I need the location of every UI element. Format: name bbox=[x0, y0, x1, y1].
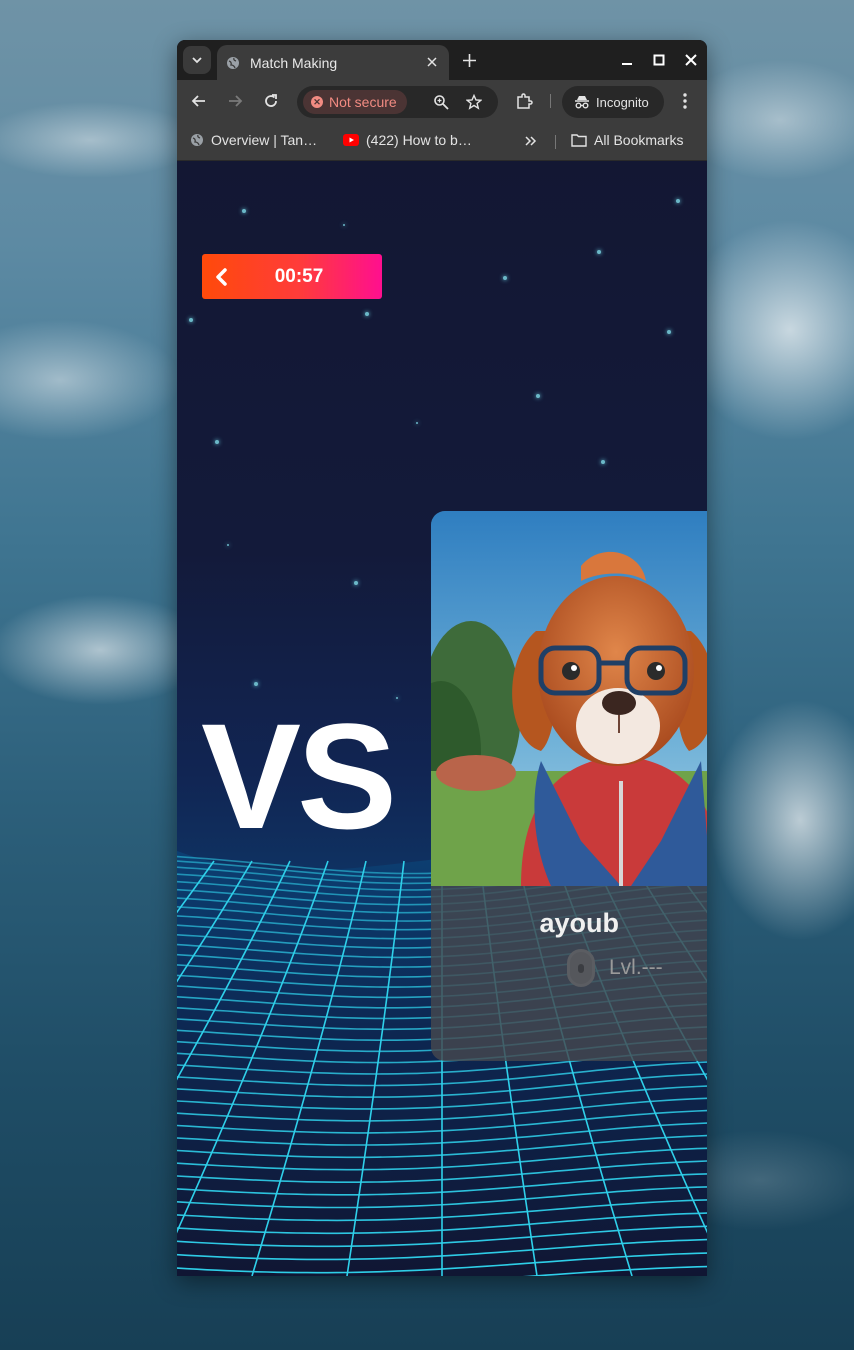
star-dot bbox=[416, 422, 418, 424]
more-vert-icon bbox=[683, 93, 687, 109]
minimize-button[interactable] bbox=[619, 52, 635, 68]
globe-icon bbox=[191, 134, 203, 146]
menu-button[interactable] bbox=[675, 91, 695, 111]
arrow-right-icon bbox=[229, 95, 243, 107]
more-bookmarks-button[interactable] bbox=[525, 135, 537, 147]
star-dot bbox=[601, 460, 605, 464]
match-timer: 00:57 bbox=[202, 254, 382, 299]
star-dot bbox=[676, 199, 680, 203]
bookmarks-bar: Overview | Tan… (422) How to b… All Book… bbox=[177, 122, 707, 161]
extensions-button[interactable] bbox=[514, 91, 534, 111]
tab-strip: Match Making bbox=[177, 40, 707, 80]
star-dot bbox=[536, 394, 540, 398]
puzzle-icon bbox=[517, 93, 533, 109]
timer-value: 00:57 bbox=[274, 265, 324, 287]
globe-icon bbox=[227, 56, 239, 69]
star-dot bbox=[354, 581, 358, 585]
opponent-card: ayoub Lvl.--- bbox=[431, 511, 707, 1061]
star-dot bbox=[396, 697, 398, 699]
browser-window: Match Making ✕ Not secure Incognito Over… bbox=[177, 40, 707, 1276]
close-tab-icon[interactable] bbox=[423, 53, 441, 71]
opponent-avatar bbox=[431, 511, 707, 886]
close-window-button[interactable] bbox=[683, 52, 699, 68]
level-badge-icon bbox=[567, 949, 595, 987]
opponent-level-text: Lvl.--- bbox=[609, 956, 663, 979]
bookmark-item[interactable]: Overview | Tan… bbox=[190, 132, 317, 148]
opponent-name-text: ayoub bbox=[539, 908, 619, 938]
tab-title: Match Making bbox=[250, 54, 338, 71]
star-dot bbox=[503, 276, 507, 280]
maximize-button[interactable] bbox=[651, 52, 667, 68]
all-bookmarks-button[interactable]: All Bookmarks bbox=[571, 132, 683, 148]
opponent-name: ayoub bbox=[431, 908, 707, 939]
tab-match-making[interactable]: Match Making bbox=[217, 45, 449, 80]
security-label: Not secure bbox=[329, 94, 397, 110]
star-dot bbox=[365, 312, 369, 316]
youtube-icon bbox=[343, 134, 359, 146]
close-icon bbox=[685, 54, 697, 66]
versus-label: VS bbox=[201, 692, 397, 860]
bookmark-item[interactable]: (422) How to b… bbox=[343, 132, 472, 148]
warning-icon: ✕ bbox=[311, 96, 323, 108]
chevron-left-icon bbox=[216, 267, 227, 286]
folder-icon bbox=[571, 134, 587, 147]
forward-button[interactable] bbox=[225, 91, 245, 111]
bookmark-label: Overview | Tan… bbox=[211, 132, 318, 148]
star-dot bbox=[215, 440, 219, 444]
star-dot bbox=[597, 250, 601, 254]
toolbar-divider bbox=[550, 94, 551, 108]
match-making-page: 00:57 VS ayoub Lvl.--- bbox=[177, 161, 707, 1276]
bookmarks-divider bbox=[555, 135, 556, 149]
address-bar[interactable]: ✕ Not secure bbox=[297, 86, 498, 118]
star-dot bbox=[254, 682, 258, 686]
incognito-chip[interactable]: Incognito bbox=[562, 86, 664, 118]
star-dot bbox=[242, 209, 246, 213]
star-dot bbox=[189, 318, 193, 322]
incognito-icon bbox=[575, 96, 589, 109]
tab-search-button[interactable] bbox=[183, 46, 211, 74]
star-dot bbox=[227, 544, 229, 546]
plus-icon bbox=[462, 53, 476, 67]
back-arrow-button[interactable] bbox=[202, 267, 242, 286]
all-bookmarks-label: All Bookmarks bbox=[594, 132, 684, 148]
back-button[interactable] bbox=[189, 91, 209, 111]
browser-toolbar: ✕ Not secure Incognito bbox=[177, 80, 707, 122]
chevron-down-icon bbox=[192, 57, 202, 64]
new-tab-button[interactable] bbox=[459, 50, 479, 70]
bookmark-label: (422) How to b… bbox=[366, 132, 472, 148]
maximize-icon bbox=[653, 54, 665, 66]
reload-button[interactable] bbox=[261, 91, 281, 111]
star-icon[interactable] bbox=[466, 94, 482, 110]
arrow-left-icon bbox=[191, 95, 205, 107]
profile-label: Incognito bbox=[596, 94, 649, 110]
star-dot bbox=[343, 224, 345, 226]
star-dot bbox=[667, 330, 671, 334]
minimize-icon bbox=[622, 63, 632, 65]
site-security-chip[interactable]: ✕ Not secure bbox=[303, 90, 407, 114]
reload-icon bbox=[265, 94, 277, 107]
opponent-level: Lvl.--- bbox=[567, 949, 663, 987]
zoom-icon[interactable] bbox=[433, 94, 449, 110]
double-chevron-right-icon bbox=[525, 136, 537, 146]
